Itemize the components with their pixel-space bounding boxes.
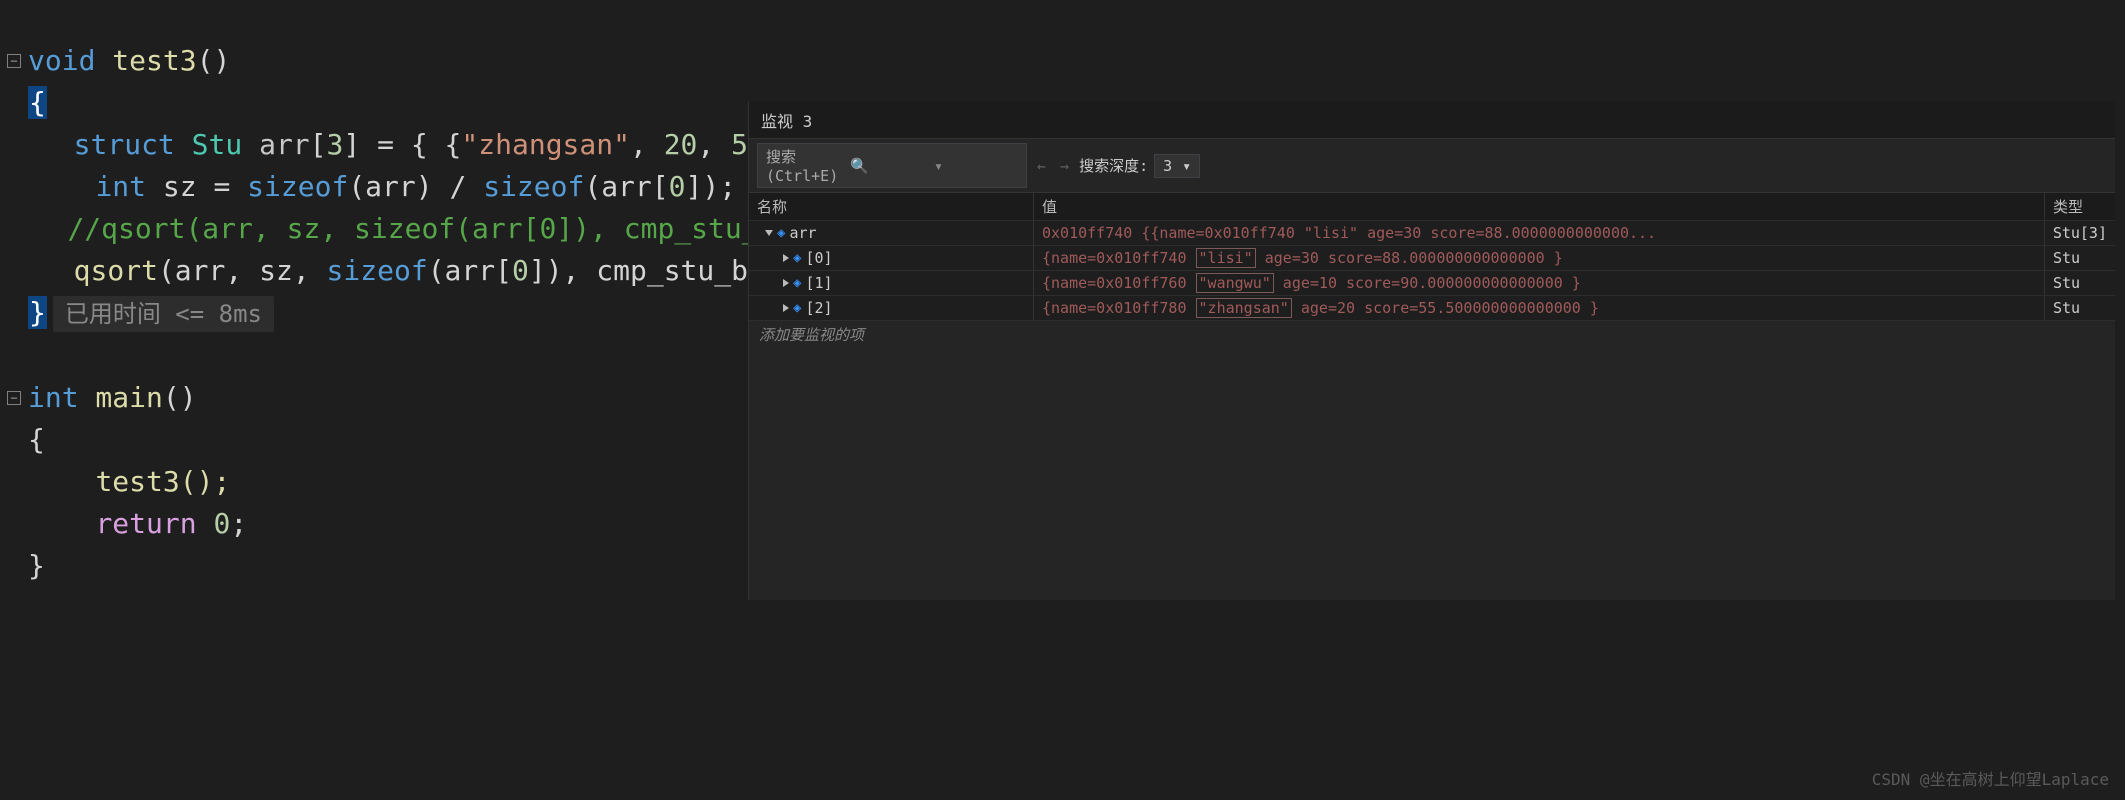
watch-toolbar: 搜索(Ctrl+E) 🔍 ▾ ← → 搜索深度: 3▾ [749,139,2115,193]
highlighted-value: "wangwu" [1196,273,1274,293]
code-line: void test3() [28,40,748,82]
watch-header-row: 名称 值 类型 [749,193,2115,221]
watch-row[interactable]: ◈ arr0x010ff740 {{name=0x010ff740 "lisi"… [749,221,2115,246]
watch-row[interactable]: ◈ [0]{name=0x010ff740 "lisi" age=30 scor… [749,246,2115,271]
expand-icon[interactable] [783,304,789,312]
watch-item-name: arr [789,224,816,242]
object-icon: ◈ [777,225,785,241]
watch-title: 监视 3 [749,102,2115,139]
object-icon: ◈ [793,275,801,291]
code-line: test3(); [28,461,748,503]
object-icon: ◈ [793,300,801,316]
expand-icon[interactable] [783,279,789,287]
search-input[interactable]: 搜索(Ctrl+E) 🔍 ▾ [757,143,1027,188]
expand-icon[interactable] [765,230,773,236]
perf-hint: 已用时间 <= 8ms [53,296,274,332]
watch-value-cell: {name=0x010ff780 "zhangsan" age=20 score… [1034,296,2045,320]
watch-value-cell: 0x010ff740 {{name=0x010ff740 "lisi" age=… [1034,221,2045,245]
code-line: struct Stu arr[3] = { {"zhangsan", 20, 5 [6,124,748,166]
watch-value-cell: {name=0x010ff740 "lisi" age=30 score=88.… [1034,246,2045,270]
chevron-down-icon: ▾ [1182,157,1191,175]
code-line: //qsort(arr, sz, sizeof(arr[0]), cmp_stu… [0,208,748,250]
watch-type-cell: Stu [2045,271,2115,295]
watch-type-cell: Stu [2045,296,2115,320]
watch-name-cell[interactable]: ◈ [2] [749,296,1034,320]
watch-name-cell[interactable]: ◈ [1] [749,271,1034,295]
watch-name-cell[interactable]: ◈ arr [749,221,1034,245]
code-line: } [28,545,748,587]
header-type[interactable]: 类型 [2045,193,2115,220]
prev-arrow-icon[interactable]: ← [1033,157,1050,175]
depth-select[interactable]: 3▾ [1154,154,1200,178]
watch-item-name: [0] [805,249,832,267]
watch-item-name: [2] [805,299,832,317]
dropdown-icon[interactable]: ▾ [934,157,1018,175]
fold-toggle[interactable]: − [0,391,28,405]
header-value[interactable]: 值 [1034,193,2045,220]
code-line: }已用时间 <= 8ms [28,292,748,335]
expand-icon[interactable] [783,254,789,262]
highlighted-value: "zhangsan" [1196,298,1292,318]
next-arrow-icon[interactable]: → [1056,157,1073,175]
watch-row[interactable]: ◈ [1]{name=0x010ff760 "wangwu" age=10 sc… [749,271,2115,296]
watch-row[interactable]: ◈ [2]{name=0x010ff780 "zhangsan" age=20 … [749,296,2115,321]
code-editor[interactable]: − void test3() { struct Stu arr[3] = { {… [0,0,748,800]
object-icon: ◈ [793,250,801,266]
code-line: { [28,419,748,461]
search-icon: 🔍 [850,157,934,175]
watermark: CSDN @坐在高树上仰望Laplace [1872,766,2109,790]
fold-toggle[interactable]: − [0,54,28,68]
watch-name-cell[interactable]: ◈ [0] [749,246,1034,270]
code-line: return 0; [28,503,748,545]
watch-type-cell: Stu[3] [2045,221,2115,245]
watch-item-name: [1] [805,274,832,292]
code-line: int sz = sizeof(arr) / sizeof(arr[0]); [28,166,748,208]
watch-panel: 监视 3 搜索(Ctrl+E) 🔍 ▾ ← → 搜索深度: 3▾ 名称 值 类型… [748,102,2115,600]
add-watch-item[interactable]: 添加要监视的项 [749,321,2115,348]
code-line: qsort(arr, sz, sizeof(arr[0]), cmp_stu_b [6,250,748,292]
depth-label: 搜索深度: [1079,155,1148,176]
code-line: { [28,82,748,124]
watch-type-cell: Stu [2045,246,2115,270]
header-name[interactable]: 名称 [749,193,1034,220]
code-line: int main() [28,377,748,419]
watch-value-cell: {name=0x010ff760 "wangwu" age=10 score=9… [1034,271,2045,295]
highlighted-value: "lisi" [1196,248,1256,268]
